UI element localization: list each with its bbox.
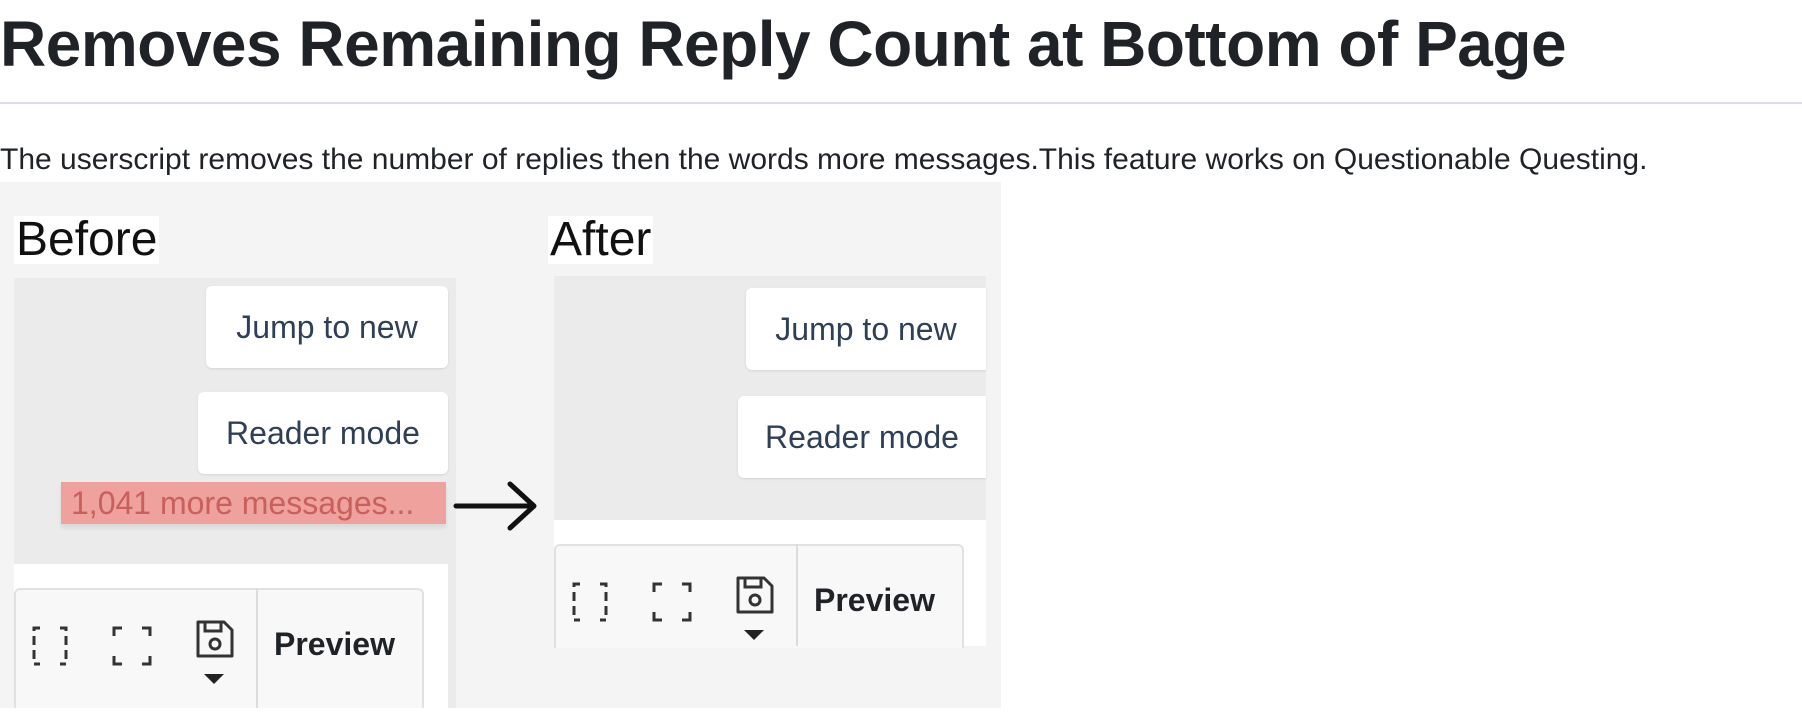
feature-description: The userscript removes the number of rep… [0,143,1648,176]
before-reader-mode-button[interactable]: Reader mode [198,392,448,474]
brackets-icon[interactable] [568,576,612,628]
after-caption: After [548,213,654,266]
before-after-screenshot: Before Jump to new Reader mode 1,041 mor… [0,182,1001,708]
after-reader-mode-button[interactable]: Reader mode [738,396,986,478]
save-draft-icon[interactable] [732,572,776,624]
more-messages-link[interactable]: 1,041 more messages... [61,482,446,524]
page-title: Removes Remaining Reply Count at Bottom … [0,8,1567,80]
fullscreen-icon[interactable] [650,576,694,628]
brackets-icon[interactable] [28,620,72,672]
heading-divider [0,102,1802,104]
after-preview-button[interactable]: Preview [814,582,935,619]
fullscreen-icon[interactable] [110,620,154,672]
after-jump-to-new-button[interactable]: Jump to new [746,288,986,370]
save-draft-icon[interactable] [192,616,236,668]
readme-section: Removes Remaining Reply Count at Bottom … [0,0,1802,724]
before-caption: Before [14,213,160,266]
dropdown-caret-icon[interactable] [742,628,766,642]
before-preview-button[interactable]: Preview [274,626,395,663]
arrow-right-icon [453,481,537,531]
before-jump-to-new-button[interactable]: Jump to new [206,286,448,368]
dropdown-caret-icon[interactable] [202,672,226,686]
